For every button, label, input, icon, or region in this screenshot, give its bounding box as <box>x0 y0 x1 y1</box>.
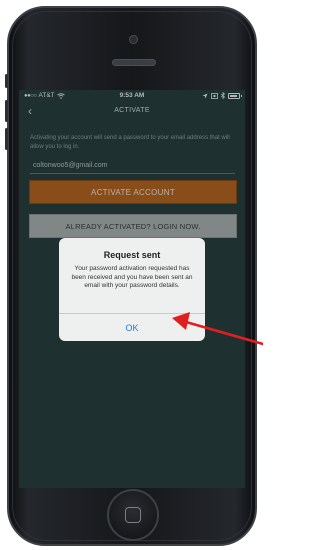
front-camera <box>129 35 138 44</box>
alert-ok-label: OK <box>125 322 139 333</box>
volume-up-button <box>5 100 8 122</box>
app-screen: ●●○○ AT&T 9:53 AM ‹ ACTIVATE Activating … <box>19 90 245 488</box>
home-square-icon <box>125 507 141 523</box>
volume-down-button <box>5 128 8 150</box>
alert-title: Request sent <box>103 250 161 260</box>
alert-ok-button[interactable]: OK <box>59 314 205 341</box>
alert-message: Your password activation requested has b… <box>71 265 193 289</box>
earpiece-speaker <box>112 59 156 66</box>
request-sent-alert: Request sent Your password activation re… <box>59 238 205 341</box>
mute-switch <box>5 74 8 88</box>
home-button[interactable] <box>107 489 159 541</box>
